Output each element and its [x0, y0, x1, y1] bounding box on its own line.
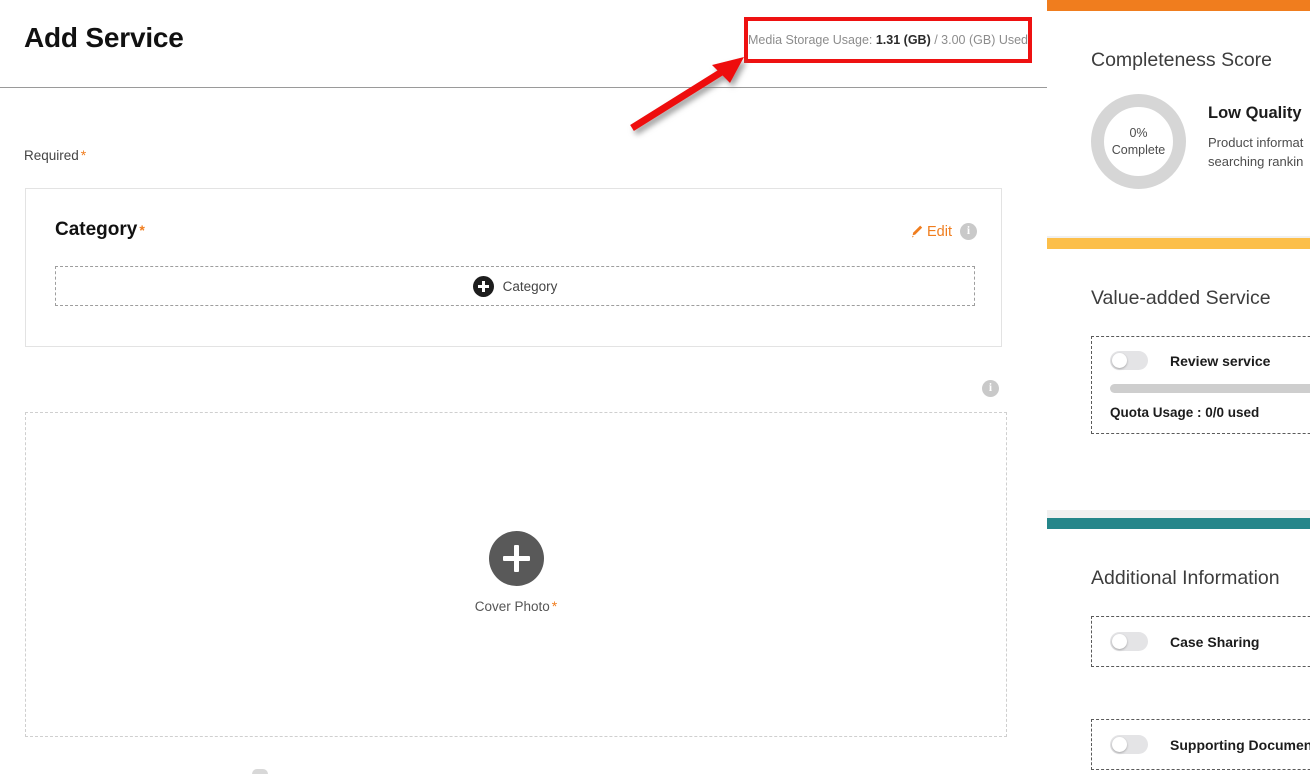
main-content-area: Add Service Media Storage Usage: 1.31 (G…	[0, 0, 1047, 774]
quota-usage-text: Quota Usage : 0/0 used	[1110, 405, 1260, 420]
storage-suffix: / 3.00 (GB) Used	[930, 33, 1029, 47]
completeness-score-title: Completeness Score	[1091, 49, 1273, 71]
required-asterisk-icon: *	[80, 147, 87, 163]
next-section-peek	[252, 769, 268, 774]
completeness-description-line1: Product informat	[1208, 135, 1304, 150]
value-added-service-title: Value-added Service	[1091, 287, 1271, 309]
completeness-text-block: Low Quality Product informat searching r…	[1208, 94, 1303, 172]
card-accent-bar	[1047, 0, 1310, 11]
case-sharing-toggle-row: Case Sharing	[1092, 632, 1310, 651]
completeness-percent-caption: Complete	[1111, 142, 1166, 157]
category-heading: Category *	[55, 219, 145, 241]
category-card: Category * Edit i Category	[25, 188, 1002, 347]
quota-progress-bar	[1110, 384, 1310, 393]
plus-icon	[472, 275, 494, 297]
completeness-donut-gauge: 0% Complete	[1091, 94, 1186, 189]
page-title: Add Service	[24, 22, 184, 53]
value-added-service-card: Value-added Service Review service Quota…	[1047, 238, 1310, 510]
plus-icon[interactable]	[488, 531, 544, 586]
supporting-document-toggle[interactable]	[1110, 735, 1148, 754]
storage-used-value: 1.31 (GB)	[875, 33, 931, 47]
cover-photo-label-text: Cover Photo	[474, 599, 550, 614]
required-legend-label: Required	[24, 148, 79, 163]
card-accent-bar	[1047, 238, 1310, 249]
completeness-description: Product informat searching rankin	[1208, 134, 1303, 172]
add-category-button[interactable]: Category	[55, 266, 975, 306]
supporting-document-toggle-row: Supporting Document	[1092, 735, 1310, 754]
cover-photo-label: Cover Photo *	[475, 599, 558, 614]
review-service-toggle-row: Review service	[1092, 351, 1310, 370]
cover-photo-required-asterisk-icon: *	[551, 598, 558, 614]
case-sharing-box: Case Sharing	[1091, 616, 1310, 667]
case-sharing-label: Case Sharing	[1170, 633, 1260, 650]
completeness-description-line2: searching rankin	[1208, 153, 1304, 169]
review-service-box: Review service Quota Usage : 0/0 used	[1091, 336, 1310, 434]
category-actions: Edit i	[911, 223, 977, 240]
completeness-score-body: 0% Complete Low Quality Product informat…	[1047, 94, 1310, 189]
review-service-label: Review service	[1170, 352, 1271, 369]
media-storage-usage-text: Media Storage Usage: 1.31 (GB) / 3.00 (G…	[748, 33, 1028, 47]
completeness-quality-label: Low Quality	[1208, 104, 1302, 122]
category-heading-label: Category	[55, 219, 138, 240]
cover-photo-placeholder: Cover Photo *	[26, 531, 1006, 614]
required-legend: Required *	[24, 148, 86, 163]
additional-information-card: Additional Information Case Sharing Supp…	[1047, 518, 1310, 774]
card-spacer	[1047, 667, 1310, 693]
supporting-document-label: Supporting Document	[1170, 736, 1310, 753]
right-sidebar: Completeness Score 0% Complete Low Quali…	[1047, 0, 1310, 774]
completeness-score-card: Completeness Score 0% Complete Low Quali…	[1047, 0, 1310, 236]
additional-information-title: Additional Information	[1091, 567, 1280, 589]
add-category-label: Category	[502, 278, 558, 294]
category-edit-button[interactable]: Edit	[911, 224, 952, 240]
supporting-document-box: Supporting Document	[1091, 719, 1310, 770]
storage-prefix: Media Storage Usage:	[748, 33, 876, 47]
review-service-toggle[interactable]	[1110, 351, 1148, 370]
category-edit-label: Edit	[927, 223, 952, 240]
category-required-asterisk-icon: *	[139, 222, 145, 238]
cover-photo-dropzone[interactable]: Cover Photo *	[25, 412, 1007, 737]
cover-photo-info-icon[interactable]: i	[982, 380, 999, 397]
page-header: Add Service Media Storage Usage: 1.31 (G…	[0, 0, 1047, 88]
category-info-icon[interactable]: i	[960, 223, 977, 240]
pencil-icon	[912, 225, 923, 238]
completeness-percent: 0%	[1129, 125, 1148, 140]
media-storage-usage-badge: Media Storage Usage: 1.31 (GB) / 3.00 (G…	[744, 17, 1032, 63]
case-sharing-toggle[interactable]	[1110, 632, 1148, 651]
card-accent-bar	[1047, 518, 1310, 529]
